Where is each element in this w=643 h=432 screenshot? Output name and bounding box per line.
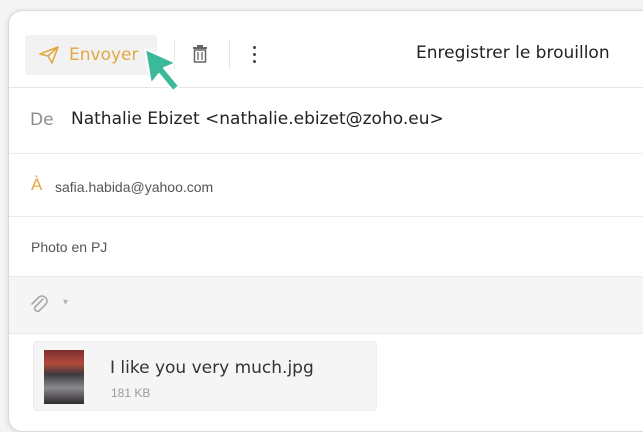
send-button[interactable]: Envoyer <box>25 35 157 75</box>
from-label: De <box>30 110 54 130</box>
paper-plane-icon <box>39 46 59 64</box>
paperclip-icon[interactable] <box>29 295 51 315</box>
trash-icon <box>193 45 207 63</box>
to-recipient[interactable]: safia.habida@yahoo.com <box>55 179 213 195</box>
attachment-size: 181 KB <box>111 386 151 400</box>
more-options-button[interactable] <box>247 39 261 69</box>
chevron-down-icon[interactable]: ▾ <box>63 297 68 308</box>
to-row[interactable]: À safia.habida@yahoo.com <box>9 154 643 217</box>
more-vertical-icon <box>252 59 256 63</box>
attach-toolbar: ▾ <box>9 277 643 334</box>
subject-row[interactable]: Photo en PJ <box>9 217 643 277</box>
from-address[interactable]: Nathalie Ebizet <nathalie.ebizet@zoho.eu… <box>71 109 444 129</box>
mouse-cursor-icon <box>144 48 180 92</box>
save-draft-button[interactable]: Enregistrer le brouillon <box>416 43 610 63</box>
attachment-thumbnail <box>44 350 84 404</box>
attachment-name: I like you very much.jpg <box>110 358 314 378</box>
subject-field[interactable]: Photo en PJ <box>31 239 107 255</box>
send-button-label: Envoyer <box>69 45 139 65</box>
to-label: À <box>31 175 43 194</box>
compose-toolbar: Envoyer Enregistrer le brouillon <box>9 11 643 88</box>
more-vertical-icon <box>252 45 256 49</box>
from-row: De Nathalie Ebizet <nathalie.ebizet@zoho… <box>9 88 643 154</box>
compose-window: Envoyer Enregistrer le brouillon De Nath… <box>8 10 643 432</box>
more-vertical-icon <box>252 52 256 56</box>
toolbar-divider <box>229 39 230 69</box>
attachment-card[interactable]: I like you very much.jpg 181 KB <box>33 341 377 411</box>
